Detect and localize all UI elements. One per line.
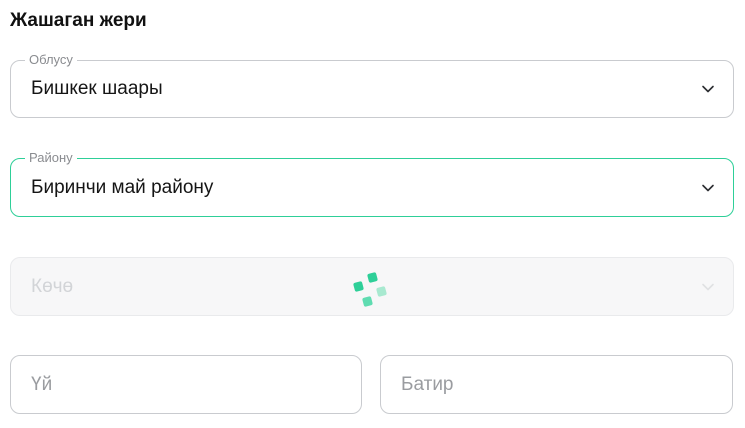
district-label: Району — [25, 150, 77, 166]
house-input[interactable]: Үй — [10, 355, 362, 414]
apartment-placeholder: Батир — [401, 373, 454, 395]
region-label: Облусу — [25, 52, 77, 68]
chevron-down-icon[interactable] — [701, 82, 715, 96]
district-select[interactable]: Району Биринчи май району — [10, 150, 734, 217]
apartment-input[interactable]: Батир — [380, 355, 733, 414]
region-value: Бишкек шаары — [31, 78, 163, 99]
loading-spinner-icon — [352, 271, 390, 309]
house-placeholder: Үй — [31, 373, 53, 395]
street-placeholder: Көчө — [31, 275, 74, 297]
section-title: Жашаган жери — [10, 10, 147, 31]
region-select[interactable]: Облусу Бишкек шаары — [10, 52, 734, 118]
district-value: Биринчи май району — [31, 176, 214, 198]
chevron-down-icon — [701, 280, 715, 294]
chevron-down-icon[interactable] — [701, 181, 715, 195]
